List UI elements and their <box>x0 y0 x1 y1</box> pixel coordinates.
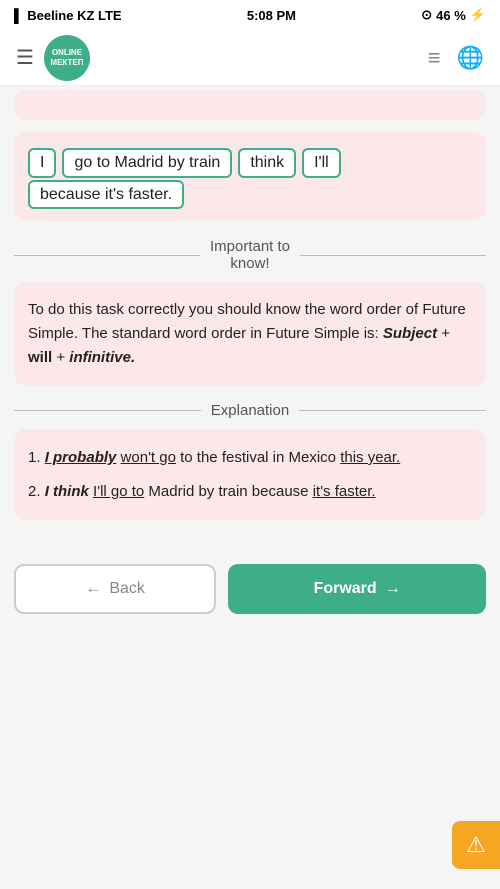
important-divider: Important toknow! <box>14 238 486 272</box>
navbar: ☰ ONLINE МЕКТЕП ≡ 🌐 <box>0 30 500 86</box>
back-label: Back <box>109 580 145 598</box>
globe-icon[interactable]: 🌐 <box>457 45 484 71</box>
signal-icon: ▌ <box>14 8 23 23</box>
word-chip-ill[interactable]: I'll <box>302 148 341 178</box>
explanation-1-bold: I probably <box>45 449 117 466</box>
charging-icon: ⚡ <box>470 7 486 23</box>
navbar-left: ☰ ONLINE МЕКТЕП <box>16 35 90 81</box>
word-chip-because[interactable]: because it's faster. <box>28 180 184 209</box>
divider-line-right <box>300 255 486 256</box>
explanation-item-2: 2. I think I'll go to Madrid by train be… <box>28 479 472 505</box>
explanation-card: 1. I probably won't go to the festival i… <box>14 429 486 520</box>
status-time: 5:08 PM <box>247 8 296 23</box>
word-chip-think[interactable]: think <box>238 148 296 178</box>
explanation-divider-line-left <box>14 410 201 411</box>
info-bold-subject: Subject <box>383 325 437 342</box>
answer-card: I go to Madrid by train think I'll becau… <box>14 132 486 220</box>
forward-label: Forward <box>314 580 377 598</box>
explanation-1-wont: won't go <box>121 449 176 466</box>
back-button[interactable]: ← Back <box>14 564 216 614</box>
answer-words-row2: because it's faster. <box>28 186 472 204</box>
explanation-item-1: 1. I probably won't go to the festival i… <box>28 445 472 471</box>
answer-words-row1: I go to Madrid by train think I'll <box>28 148 472 178</box>
important-section-title: Important toknow! <box>210 238 290 272</box>
explanation-2-number: 2. <box>28 483 45 500</box>
logo: ONLINE МЕКТЕП <box>44 35 90 81</box>
warning-fab[interactable]: ⚠ <box>452 821 500 869</box>
status-battery: ⊙ 46 % ⚡ <box>421 7 486 23</box>
battery-icon: ⊙ <box>421 7 432 23</box>
explanation-divider-line-right <box>299 410 486 411</box>
warning-icon: ⚠ <box>466 832 486 858</box>
explanation-2-faster: it's faster. <box>313 483 376 500</box>
partial-top-card <box>14 90 486 120</box>
word-chip-i[interactable]: I <box>28 148 56 178</box>
explanation-1-thisyear: this year. <box>340 449 400 466</box>
status-bar: ▌ Beeline KZ LTE 5:08 PM ⊙ 46 % ⚡ <box>0 0 500 30</box>
hamburger-icon[interactable]: ☰ <box>16 45 34 70</box>
forward-button[interactable]: Forward → <box>228 564 486 614</box>
back-arrow-icon: ← <box>85 580 101 598</box>
navbar-right: ≡ 🌐 <box>428 45 484 71</box>
info-card: To do this task correctly you should kno… <box>14 282 486 386</box>
main-content: I go to Madrid by train think I'll becau… <box>0 90 500 554</box>
explanation-section-title: Explanation <box>211 402 289 419</box>
bottom-buttons: ← Back Forward → <box>0 554 500 634</box>
status-carrier: ▌ Beeline KZ LTE <box>14 8 122 23</box>
info-bold-infinitive: infinitive. <box>69 349 135 366</box>
explanation-1-number: 1. <box>28 449 45 466</box>
word-chip-go[interactable]: go to Madrid by train <box>62 148 232 178</box>
explanation-divider: Explanation <box>14 402 486 419</box>
explanation-2-bold: I think <box>45 483 89 500</box>
divider-line-left <box>14 255 200 256</box>
explanation-1-rest: to the festival in Mexico <box>176 449 340 466</box>
explanation-2-rest: Madrid by train because <box>144 483 312 500</box>
list-icon[interactable]: ≡ <box>428 45 441 71</box>
explanation-2-illgo: I'll go to <box>93 483 144 500</box>
forward-arrow-icon: → <box>385 580 401 598</box>
